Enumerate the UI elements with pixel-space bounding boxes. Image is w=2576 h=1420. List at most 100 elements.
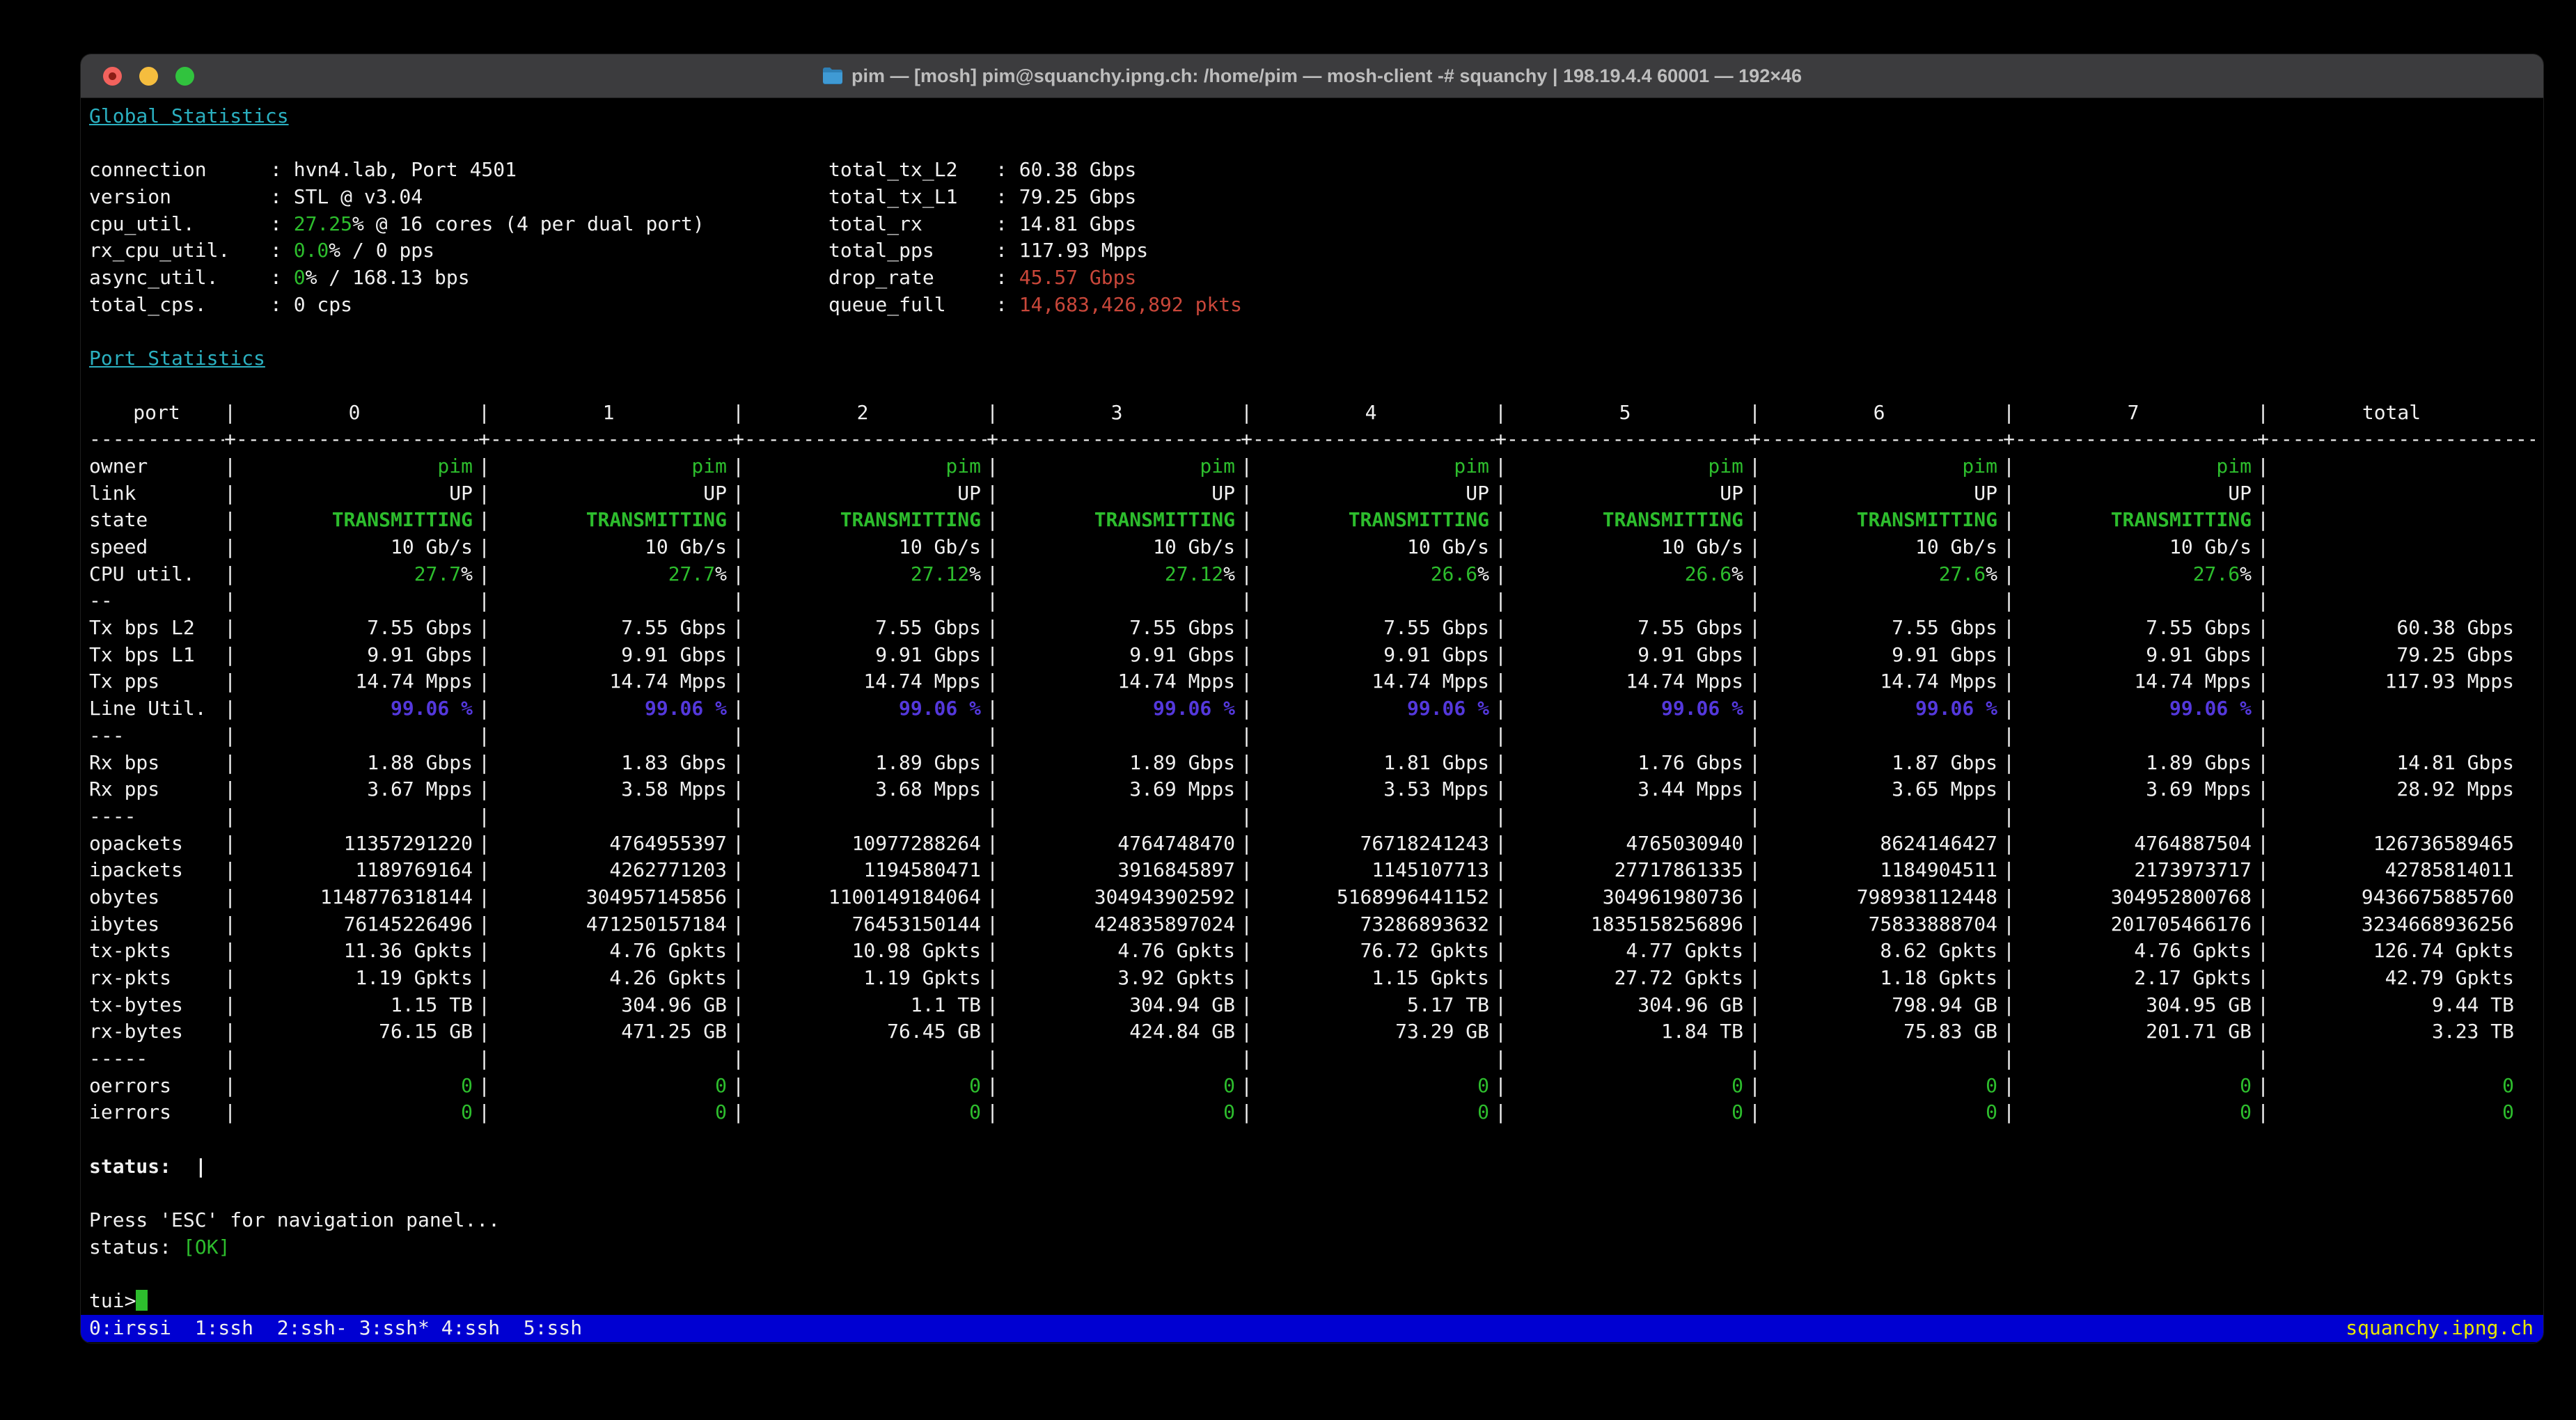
value-part: :: [996, 266, 1019, 289]
cell-port-2: pim: [744, 453, 987, 480]
cell-port-5: 4.77 Gpkts: [1507, 938, 1749, 965]
cell-port-0: 0: [236, 1099, 478, 1126]
tmux-window-item[interactable]: 3:ssh*: [359, 1316, 441, 1339]
column-separator: |: [1495, 803, 1507, 830]
column-separator: |: [1749, 507, 1761, 534]
column-separator: |: [1749, 723, 1761, 750]
close-button[interactable]: [103, 67, 122, 86]
table-row: Rx pps|3.67 Mpps|3.58 Mpps|3.68 Mpps|3.6…: [89, 776, 2535, 803]
table-row: opackets|11357291220|4764955397|10977288…: [89, 830, 2535, 858]
row-label: state: [89, 507, 224, 534]
cell-port-3: 0: [998, 1099, 1241, 1126]
cell-port-3: 14.74 Mpps: [998, 668, 1241, 695]
titlebar[interactable]: pim — [mosh] pim@squanchy.ipng.ch: /home…: [81, 54, 2543, 98]
column-separator: |: [732, 480, 744, 507]
column-separator: |: [224, 1099, 236, 1126]
value-part: 0: [715, 1074, 727, 1097]
spinner-glyph: |: [195, 1155, 207, 1178]
column-separator: |: [2003, 857, 2015, 884]
cell-port-1: 99.06 %: [490, 695, 732, 723]
column-separator: |: [2003, 992, 2015, 1019]
cell-port-1: 3.58 Mpps: [490, 776, 732, 803]
table-row: ---|||||||||: [89, 723, 2535, 750]
cell-port-6: 75.83 GB: [1761, 1018, 2003, 1046]
value-part: 0: [969, 1100, 981, 1123]
cell-port-6: 0: [1761, 1073, 2003, 1100]
cell-port-4: [1252, 723, 1495, 750]
column-separator: |: [987, 507, 998, 534]
value-part: 0: [1986, 1100, 1997, 1123]
cell-total: [2269, 561, 2535, 588]
column-separator: |: [2257, 695, 2269, 723]
cell-total: 28.92 Mpps: [2269, 776, 2535, 803]
table-row: Tx bps L1|9.91 Gbps|9.91 Gbps|9.91 Gbps|…: [89, 642, 2535, 669]
column-separator: |: [987, 911, 998, 938]
cell-total: 42.79 Gpkts: [2269, 965, 2535, 992]
zoom-button[interactable]: [175, 67, 194, 86]
value-part: 27.6: [1939, 562, 1986, 585]
tmux-window-item[interactable]: 4:ssh: [441, 1316, 524, 1339]
divider-dashes: ------------------------------: [2015, 426, 2257, 453]
row-label: ipackets: [89, 857, 224, 884]
cell-port-4: 1.81 Gbps: [1252, 750, 1495, 777]
text-cursor[interactable]: [136, 1290, 148, 1311]
cell-port-5: pim: [1507, 453, 1749, 480]
cell-total: [2269, 803, 2535, 830]
cell-port-6: 8624146427: [1761, 830, 2003, 858]
value-part: : 0 cps: [270, 293, 352, 316]
column-separator: |: [2257, 884, 2269, 911]
cell-port-3: 4764748470: [998, 830, 1241, 858]
cell-port-2: 0: [744, 1099, 987, 1126]
column-separator: |: [224, 507, 236, 534]
divider-cross: +: [1749, 426, 1761, 453]
table-row: rx-bytes|76.15 GB|471.25 GB|76.45 GB|424…: [89, 1018, 2535, 1046]
column-separator: |: [2257, 615, 2269, 642]
cell-port-7: 10 Gb/s: [2015, 534, 2257, 561]
value-part: TRANSMITTING: [840, 508, 981, 531]
value-part: 0: [2502, 1074, 2514, 1097]
column-separator: |: [224, 642, 236, 669]
column-separator: |: [732, 400, 744, 427]
column-separator: |: [2257, 642, 2269, 669]
prompt-line[interactable]: tui>: [89, 1288, 2535, 1315]
row-label: ----: [89, 803, 224, 830]
tmux-window-item[interactable]: 1:ssh: [195, 1316, 277, 1339]
tmux-window-item[interactable]: 0:irssi: [89, 1316, 195, 1339]
column-separator: |: [2003, 750, 2015, 777]
value-part: pim: [1454, 455, 1489, 478]
column-separator: |: [987, 750, 998, 777]
column-separator: |: [2003, 534, 2015, 561]
tmux-window-item[interactable]: 5:ssh: [524, 1316, 582, 1339]
column-separator: |: [987, 561, 998, 588]
global-stat-label: version: [89, 184, 270, 211]
cell-port-2: 76.45 GB: [744, 1018, 987, 1046]
cell-port-3: [998, 587, 1241, 615]
column-separator: |: [2257, 776, 2269, 803]
tmux-window-item[interactable]: 2:ssh-: [277, 1316, 359, 1339]
column-separator: |: [478, 1046, 490, 1073]
cell-port-1: 4764955397: [490, 830, 732, 858]
cell-total: [2269, 534, 2535, 561]
column-separator: |: [224, 1046, 236, 1073]
port-statistics-heading: Port Statistics: [89, 345, 2535, 372]
column-separator: |: [732, 1073, 744, 1100]
table-row: ibytes|76145226496|471250157184|76453150…: [89, 911, 2535, 938]
column-separator: |: [224, 803, 236, 830]
column-separator: |: [2003, 965, 2015, 992]
status-label: status:: [89, 1236, 171, 1259]
column-separator: |: [1749, 668, 1761, 695]
tmux-status-bar: 0:irssi 1:ssh 2:ssh- 3:ssh* 4:ssh 5:ssh …: [81, 1315, 2543, 1342]
minimize-button[interactable]: [139, 67, 158, 86]
table-row: Tx bps L2|7.55 Gbps|7.55 Gbps|7.55 Gbps|…: [89, 615, 2535, 642]
cell-port-5: 3.44 Mpps: [1507, 776, 1749, 803]
column-separator: |: [2003, 803, 2015, 830]
cell-total: 42785814011: [2269, 857, 2535, 884]
divider-dashes: ------------------------------: [1507, 426, 1749, 453]
cell-port-4: TRANSMITTING: [1252, 507, 1495, 534]
cell-port-0: 1.19 Gpkts: [236, 965, 478, 992]
cell-port-0: 27.7%: [236, 561, 478, 588]
column-separator: |: [732, 857, 744, 884]
cell-port-6: 7.55 Gbps: [1761, 615, 2003, 642]
row-label: -----: [89, 1046, 224, 1073]
cell-total: [2269, 587, 2535, 615]
